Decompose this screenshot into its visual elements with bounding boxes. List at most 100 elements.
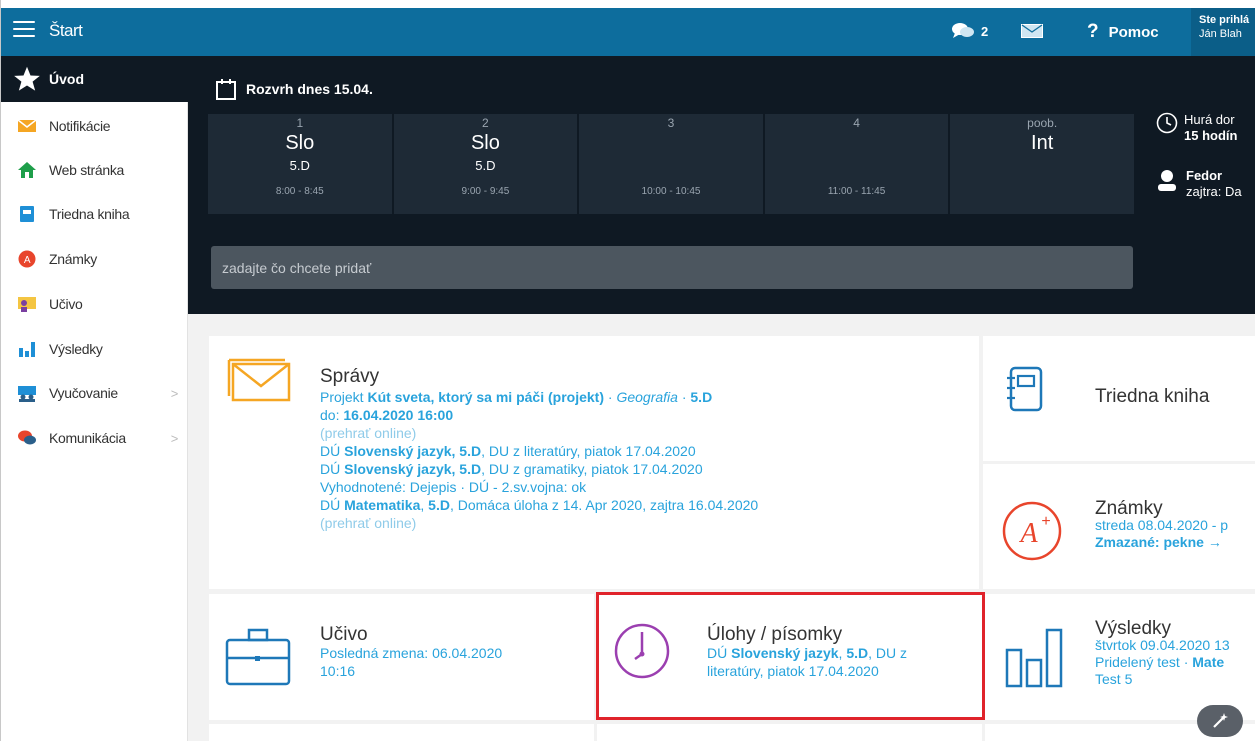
svg-text:+: +: [1041, 513, 1050, 530]
svg-text:A: A: [24, 255, 31, 266]
slot-class: 5.D: [475, 158, 496, 173]
schedule-slot[interactable]: 1 Slo 5.D 8:00 - 8:45: [208, 114, 392, 214]
info-line1-bold: 15 hodín: [1184, 128, 1238, 143]
card-title: Správy: [320, 366, 380, 387]
schedule-slot[interactable]: 4 11:00 - 11:45: [764, 114, 949, 214]
schedule-slot[interactable]: 3 10:00 - 10:45: [579, 114, 763, 214]
question-icon: ?: [1087, 21, 1099, 42]
add-item-input[interactable]: [211, 246, 1133, 289]
magic-wand-button[interactable]: [1197, 705, 1243, 737]
slot-number: 2: [482, 116, 489, 130]
slot-number: poob.: [1027, 116, 1058, 130]
chat-icon: [18, 430, 36, 445]
slot-number: 1: [296, 116, 304, 130]
message-line: do: 16.04.2020 16:00: [320, 407, 454, 423]
notebook-icon: [1007, 366, 1043, 412]
slot-class: [765, 158, 949, 180]
sidebar-item-label: Známky: [49, 251, 97, 267]
card-znamky[interactable]: A + Známky streda 08.04.2020 - p Zmazané:…: [983, 464, 1255, 589]
card-vysledky[interactable]: Výsledky štvrtok 09.04.2020 13 Pridelený…: [985, 594, 1255, 720]
sidebar-item-label: Komunikácia: [49, 430, 126, 446]
ucivo-line: 10:16: [320, 663, 356, 679]
sidebar-item-uvod[interactable]: Úvod: [1, 56, 188, 102]
slot-subject: Slo: [470, 132, 500, 154]
info-line1: Hurá dor: [1184, 112, 1235, 127]
card-ucivo[interactable]: Učivo Posledná zmena: 06.04.2020 10:16: [209, 594, 594, 720]
grade-a-plus-icon: A +: [1002, 501, 1062, 561]
slot-subject: Slo: [285, 132, 315, 154]
result-line[interactable]: Test 5: [1095, 671, 1230, 688]
magic-wand-icon: [1213, 713, 1228, 728]
card-triedna-kniha[interactable]: Triedna kniha: [983, 336, 1255, 461]
sidebar-item-web-stranka[interactable]: Web stránka: [1, 148, 188, 192]
schedule-slot[interactable]: 2 Slo 5.D 9:00 - 9:45: [393, 114, 578, 214]
sidebar-item-label: Triedna kniha: [49, 206, 130, 222]
slot-number: 3: [667, 116, 675, 130]
card-stub: [209, 724, 594, 741]
slot-time: 8:00 - 8:45: [275, 186, 324, 197]
grade-line[interactable]: streda 08.04.2020 - p: [1095, 517, 1228, 534]
clock-icon: [1156, 112, 1178, 134]
sidebar-item-triedna-kniha[interactable]: Triedna kniha: [1, 192, 188, 236]
help-button[interactable]: ? Pomoc: [1087, 21, 1159, 43]
sidebar-item-vyucovanie[interactable]: Vyučovanie >: [1, 371, 188, 415]
slot-class: [579, 158, 763, 180]
message-line[interactable]: DÚ Slovenský jazyk, 5.D, DU z gramatiky,…: [320, 460, 758, 478]
message-line[interactable]: Projekt Kút sveta, ktorý sa mi páči (pro…: [320, 388, 758, 406]
slot-subject: Int: [1031, 132, 1054, 154]
person-icon: [1158, 170, 1176, 191]
info-name-sub: zajtra: Da: [1186, 184, 1242, 199]
grade-line[interactable]: Zmazané: pekne →: [1095, 534, 1228, 551]
svg-text:A: A: [1018, 518, 1038, 549]
slot-time: 11:00 - 11:45: [827, 186, 886, 197]
grade-icon: A: [18, 250, 36, 268]
star-icon: [14, 66, 40, 91]
hamburger-menu-icon[interactable]: [13, 21, 35, 41]
card-spravy[interactable]: Správy Projekt Kút sveta, ktorý sa mi pá…: [209, 336, 979, 589]
sidebar: Úvod Notifikácie Web stránka Triedna kni…: [1, 56, 188, 741]
sidebar-item-notifikacie[interactable]: Notifikácie: [1, 104, 188, 148]
chat-button[interactable]: 2: [951, 22, 988, 40]
sidebar-item-znamky[interactable]: A Známky: [1, 237, 188, 281]
sidebar-item-label: Výsledky: [49, 341, 103, 357]
ucivo-line: Posledná zmena: 06.04.2020: [320, 645, 503, 661]
schedule-panel: Rozvrh dnes 15.04. 1 Slo 5.D 8:00 - 8:45…: [188, 56, 1255, 314]
sidebar-item-label: Web stránka: [49, 162, 125, 178]
card-title: Známky: [1095, 498, 1163, 519]
card-title: Učivo: [320, 624, 368, 645]
message-line[interactable]: Vyhodnotené: Dejepis · DÚ - 2.sv.vojna: …: [320, 478, 758, 496]
user-menu[interactable]: Ste prihlá Ján Blah: [1191, 8, 1255, 56]
help-label: Pomoc: [1108, 23, 1159, 41]
slot-time: 10:00 - 10:45: [641, 186, 701, 197]
sidebar-item-komunikacia[interactable]: Komunikácia >: [1, 416, 188, 460]
schedule-slot[interactable]: poob. Int: [950, 114, 1134, 214]
slot-number: 4: [853, 116, 860, 130]
chat-bubbles-icon: [952, 23, 974, 38]
result-line[interactable]: Pridelený test · Mate: [1095, 654, 1230, 671]
message-line[interactable]: DÚ Slovenský jazyk, 5.D, DU z literatúry…: [320, 442, 758, 460]
class-icon: [18, 386, 36, 402]
chevron-right-icon: >: [170, 385, 179, 401]
sidebar-item-label: Notifikácie: [49, 118, 111, 134]
chat-count: 2: [981, 23, 989, 39]
sidebar-item-vysledky[interactable]: Výsledky: [1, 327, 188, 371]
mail-icon: [1021, 24, 1043, 38]
start-link[interactable]: Štart: [49, 21, 83, 41]
result-line[interactable]: štvrtok 09.04.2020 13: [1095, 637, 1230, 654]
info-name: Fedor: [1186, 168, 1223, 183]
sidebar-item-label: Učivo: [49, 296, 83, 312]
bar-chart-outline-icon: [1005, 628, 1063, 688]
schedule-title[interactable]: Rozvrh dnes 15.04.: [216, 78, 373, 100]
sidebar-item-ucivo[interactable]: Učivo: [1, 282, 188, 326]
card-stub: [597, 724, 982, 741]
envelope-icon: [17, 119, 37, 132]
mail-button[interactable]: [1021, 24, 1043, 43]
play-online-link[interactable]: (prehrať online): [320, 424, 758, 442]
play-online-link[interactable]: (prehrať online): [320, 514, 758, 532]
highlight-frame: [596, 592, 985, 720]
slot-class: 5.D: [289, 158, 310, 173]
message-line[interactable]: DÚ Matematika, 5.D, Domáca úloha z 14. A…: [320, 496, 758, 514]
bar-chart-icon: [19, 342, 35, 357]
book-icon: [20, 206, 34, 222]
right-info-panel: Hurá dor 15 hodín Fedor zajtra: Da: [1156, 112, 1242, 200]
